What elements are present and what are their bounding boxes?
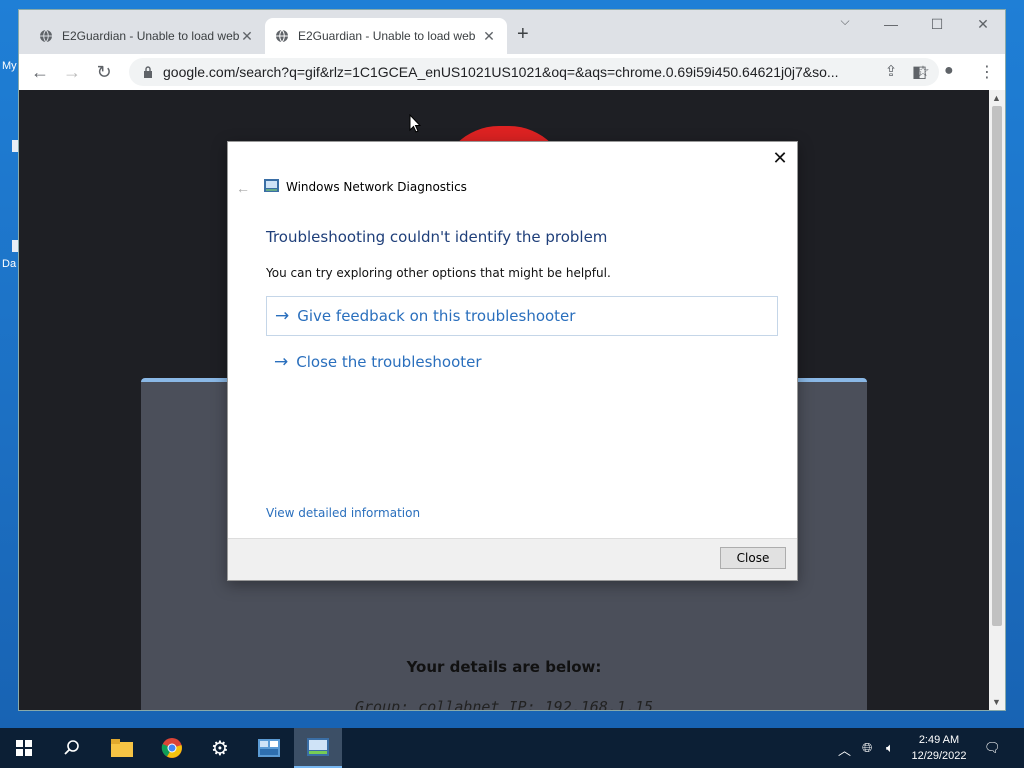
desktop-icon-label[interactable]: Da (2, 258, 16, 270)
scroll-down-icon[interactable]: ▼ (992, 697, 1001, 707)
clock-date: 12/29/2022 (911, 750, 967, 762)
url-text[interactable]: google.com/search?q=gif&rlz=1C1GCEA_enUS… (163, 64, 875, 80)
network-globe-icon[interactable]: 🌐︎ (862, 740, 872, 756)
notification-icon[interactable]: 🗨︎ (984, 740, 1001, 756)
minimize-icon[interactable]: — (871, 16, 911, 32)
search-button[interactable] (48, 728, 96, 768)
details-heading: Your details are below: (406, 658, 602, 676)
settings-button[interactable]: ⚙ (196, 728, 244, 768)
chevron-up-icon[interactable]: ︿ (838, 740, 851, 759)
view-detailed-info-link[interactable]: View detailed information (266, 506, 420, 520)
file-explorer-button[interactable] (98, 728, 146, 768)
side-panel-icon[interactable]: ◧ (912, 62, 927, 82)
dialog-footer: Close (228, 538, 797, 580)
browser-toolbar: ← → ↻ google.com/search?q=gif&rlz=1C1GCE… (19, 54, 1005, 90)
close-tab-icon[interactable]: ✕ (481, 28, 497, 45)
option-label: Close the troubleshooter (296, 353, 482, 371)
search-icon (64, 740, 79, 755)
option-label: Give feedback on this troubleshooter (297, 307, 576, 325)
close-troubleshooter-option[interactable]: → Close the troubleshooter (266, 342, 778, 382)
chrome-button[interactable] (148, 728, 196, 768)
chrome-icon (161, 738, 182, 758)
globe-icon (276, 29, 288, 43)
dialog-close-icon[interactable]: ✕ (771, 148, 789, 169)
globe-icon (40, 29, 52, 43)
close-button[interactable]: Close (720, 547, 786, 569)
close-window-icon[interactable]: ✕ (963, 16, 1003, 33)
windows-logo-icon (16, 740, 32, 756)
mouse-cursor-icon (409, 114, 421, 133)
page-scrollbar[interactable]: ▲ ▼ (989, 90, 1005, 710)
close-tab-icon[interactable]: ✕ (239, 28, 255, 45)
tab-title: E2Guardian - Unable to load web (62, 29, 239, 43)
taskbar: ⚙ ︿ 🌐︎ 🔈︎ 2:49 AM 12/29/2022 🗨︎ (0, 728, 1024, 768)
tab-title: E2Guardian - Unable to load web (298, 29, 476, 43)
dialog-subtitle: You can try exploring other options that… (266, 266, 611, 280)
tab-search-icon[interactable]: ⌵ (825, 14, 865, 29)
back-arrow-icon[interactable]: ← (236, 180, 250, 196)
clock-time: 2:49 AM (918, 734, 960, 746)
new-tab-button[interactable]: + (517, 24, 529, 44)
dialog-heading: Troubleshooting couldn't identify the pr… (266, 228, 608, 246)
scroll-up-icon[interactable]: ▲ (992, 93, 1001, 103)
scroll-thumb[interactable] (992, 106, 1002, 626)
address-bar[interactable]: google.com/search?q=gif&rlz=1C1GCEA_enUS… (129, 58, 939, 86)
control-panel-button[interactable] (245, 728, 293, 768)
network-diagnostics-taskbar-button[interactable] (294, 728, 342, 768)
reload-icon[interactable]: ↻ (91, 60, 117, 84)
back-arrow-icon[interactable]: ← (27, 60, 53, 84)
right-arrow-icon: → (275, 306, 290, 326)
tab-strip: E2Guardian - Unable to load web ✕ E2Guar… (19, 10, 1005, 54)
network-diagnostics-icon (307, 738, 329, 756)
profile-avatar-icon[interactable]: ● (944, 62, 954, 80)
menu-kebab-icon[interactable]: ⋮ (979, 62, 995, 82)
desktop-icon-label[interactable]: My (2, 60, 17, 72)
forward-arrow-icon[interactable]: → (59, 60, 85, 84)
right-arrow-icon: → (274, 352, 289, 372)
dialog-app-title: Windows Network Diagnostics (286, 180, 467, 194)
network-diagnostics-dialog: ✕ ← Windows Network Diagnostics Troubles… (227, 141, 798, 581)
gear-icon: ⚙ (211, 737, 229, 760)
lock-icon[interactable] (143, 66, 153, 78)
start-button[interactable] (0, 728, 48, 768)
folder-icon (111, 739, 133, 757)
share-icon[interactable]: ⇪ (881, 62, 901, 82)
speaker-icon[interactable]: 🔈︎ (886, 740, 894, 756)
browser-tab-active[interactable]: E2Guardian - Unable to load web ✕ (265, 18, 507, 54)
details-line: Group: collabnet IP: 192.168.1.15 (354, 698, 653, 710)
system-clock[interactable]: 2:49 AM 12/29/2022 (906, 732, 972, 764)
browser-tab[interactable]: E2Guardian - Unable to load web ✕ (29, 18, 265, 54)
control-panel-icon (258, 739, 280, 757)
give-feedback-option[interactable]: → Give feedback on this troubleshooter (266, 296, 778, 336)
network-diagnostics-icon (264, 179, 279, 192)
maximize-icon[interactable]: ☐ (917, 16, 957, 33)
